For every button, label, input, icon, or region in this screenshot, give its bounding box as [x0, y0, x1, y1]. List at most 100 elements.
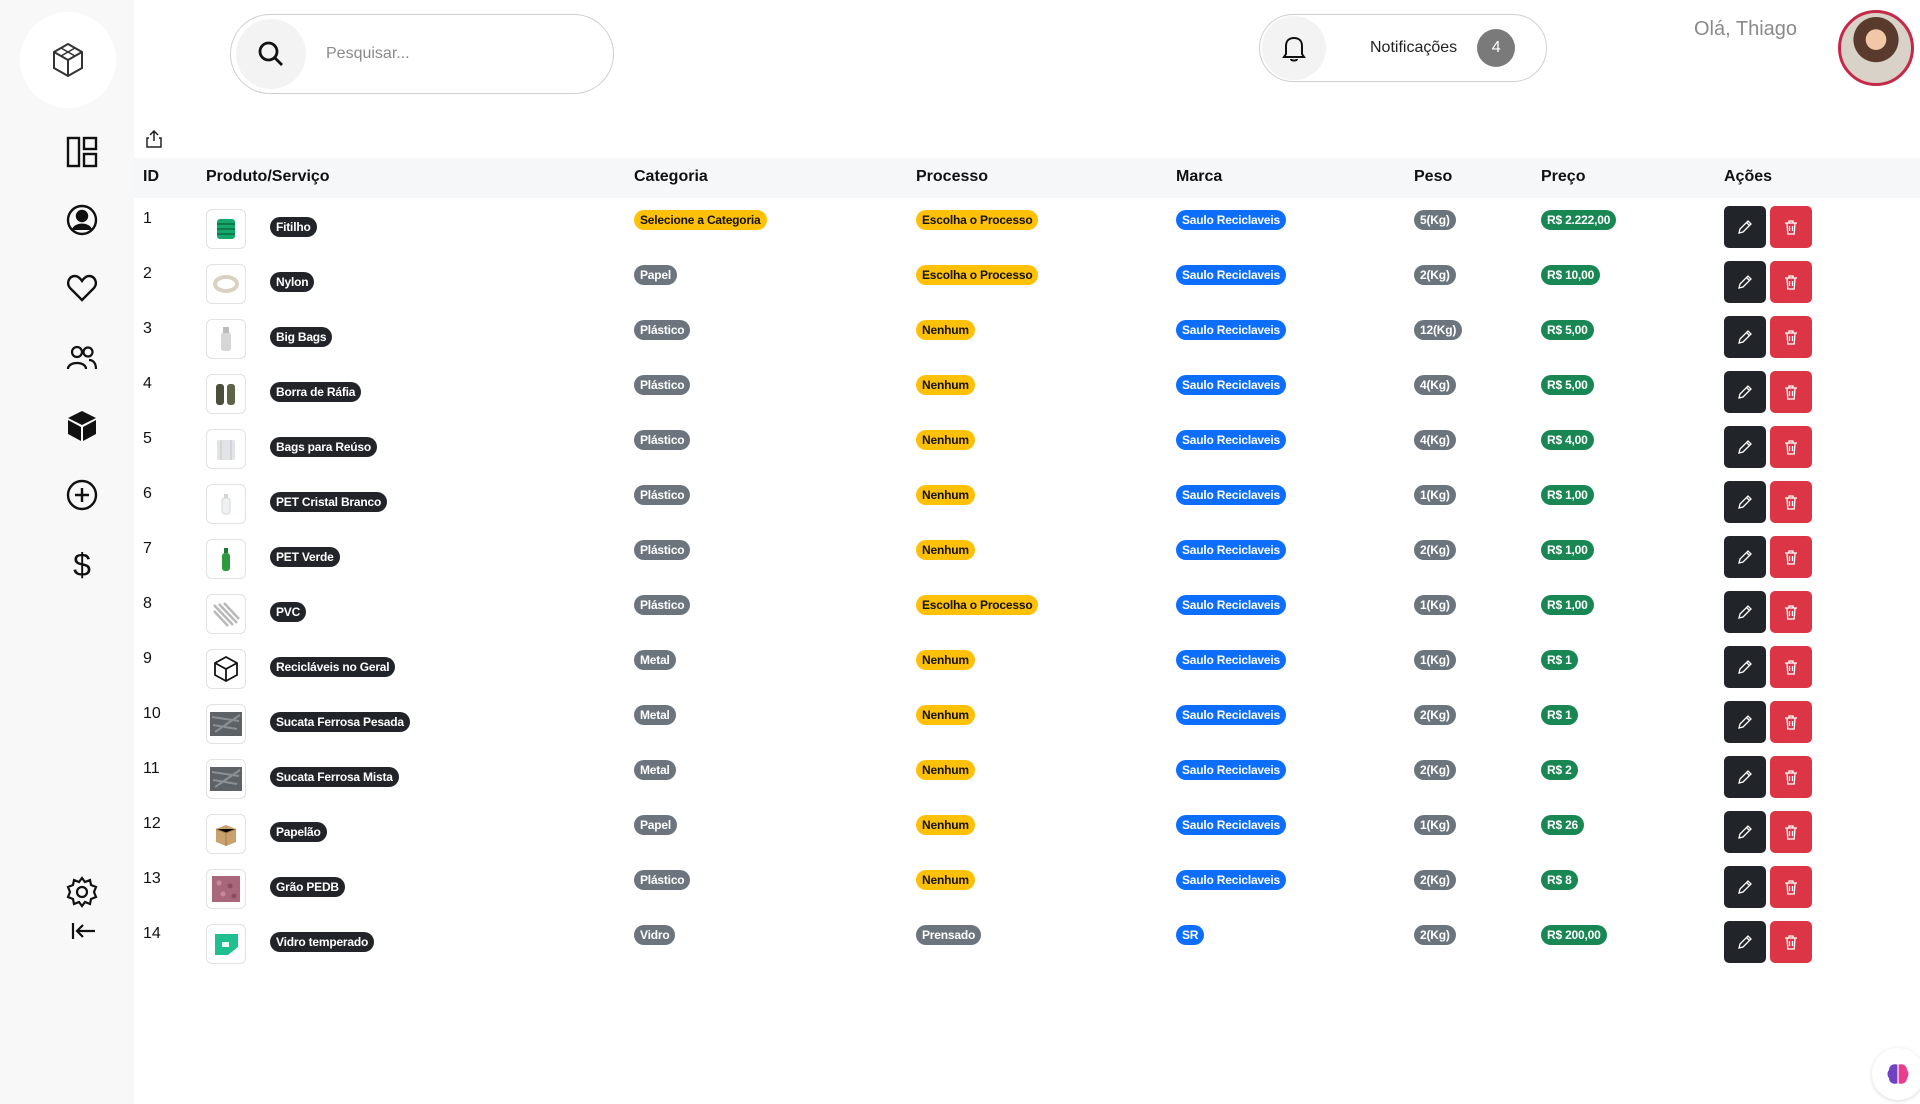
price-badge: R$ 26 [1541, 815, 1585, 835]
product-name-badge: Big Bags [270, 327, 333, 347]
edit-button[interactable] [1724, 371, 1766, 413]
search-input[interactable] [326, 45, 596, 63]
brand-badge: Saulo Reciclaveis [1176, 870, 1286, 890]
product-thumbnail [206, 649, 246, 689]
product-thumbnail [206, 814, 246, 854]
category-badge: Plástico [634, 595, 691, 615]
pencil-icon [1738, 825, 1752, 839]
weight-badge: 2(Kg) [1414, 540, 1456, 560]
delete-button[interactable] [1770, 206, 1812, 248]
row-id: 5 [143, 430, 152, 447]
notifications-count-badge: 4 [1477, 29, 1516, 67]
process-badge: Nenhum [916, 485, 975, 505]
edit-button[interactable] [1724, 811, 1766, 853]
search-bar[interactable] [230, 14, 614, 94]
users-icon[interactable] [64, 340, 100, 376]
collapse-icon[interactable] [64, 916, 100, 946]
product-thumbnail [206, 594, 246, 634]
export-icon[interactable] [146, 129, 164, 148]
edit-button[interactable] [1724, 756, 1766, 798]
delete-button[interactable] [1770, 646, 1812, 688]
delete-button[interactable] [1770, 371, 1812, 413]
search-icon[interactable] [236, 19, 306, 89]
edit-button[interactable] [1724, 261, 1766, 303]
edit-button[interactable] [1724, 481, 1766, 523]
delete-button[interactable] [1770, 481, 1812, 523]
row-id: 2 [143, 265, 152, 282]
weight-badge: 2(Kg) [1414, 870, 1456, 890]
row-id: 1 [143, 210, 152, 227]
product-name-badge: PVC [270, 602, 307, 622]
brand-badge: Saulo Reciclaveis [1176, 320, 1286, 340]
notifications-button[interactable]: Notificações 4 [1259, 14, 1547, 82]
table-row: 9 Recicláveis no Geral Metal Nenhum Saulo Re… [134, 640, 1920, 695]
process-badge: Escolha o Processo [916, 595, 1039, 615]
table-row: 5 Bags para Reúso Plástico Nenhum Saulo Reci… [134, 420, 1920, 475]
delete-button[interactable] [1770, 811, 1812, 853]
price-badge: R$ 1,00 [1541, 595, 1594, 615]
product-name-badge: Sucata Ferrosa Pesada [270, 712, 410, 732]
pencil-icon [1738, 715, 1752, 729]
ai-assistant-button[interactable] [1872, 1048, 1920, 1100]
edit-button[interactable] [1724, 701, 1766, 743]
product-thumbnail [206, 539, 246, 579]
product-thumbnail [206, 264, 246, 304]
product-name-badge: PET Verde [270, 547, 340, 567]
weight-badge: 1(Kg) [1414, 595, 1456, 615]
brand-badge: Saulo Reciclaveis [1176, 375, 1286, 395]
edit-button[interactable] [1724, 921, 1766, 963]
edit-button[interactable] [1724, 646, 1766, 688]
delete-button[interactable] [1770, 591, 1812, 633]
brand-badge: Saulo Reciclaveis [1176, 815, 1286, 835]
edit-button[interactable] [1724, 536, 1766, 578]
weight-badge: 4(Kg) [1414, 375, 1456, 395]
column-header-process: Processo [916, 168, 989, 185]
plus-circle-icon[interactable] [64, 477, 100, 513]
logo[interactable] [20, 12, 116, 108]
edit-button[interactable] [1724, 866, 1766, 908]
pencil-icon [1738, 220, 1752, 234]
delete-button[interactable] [1770, 866, 1812, 908]
delete-button[interactable] [1770, 701, 1812, 743]
avatar[interactable] [1838, 10, 1914, 86]
price-badge: R$ 2 [1541, 760, 1578, 780]
delete-button[interactable] [1770, 921, 1812, 963]
edit-button[interactable] [1724, 206, 1766, 248]
process-badge: Nenhum [916, 870, 975, 890]
delete-button[interactable] [1770, 426, 1812, 468]
gear-icon[interactable] [64, 874, 100, 910]
category-badge: Plástico [634, 375, 691, 395]
delete-button[interactable] [1770, 756, 1812, 798]
dashboard-icon[interactable] [64, 134, 100, 170]
delete-button[interactable] [1770, 316, 1812, 358]
delete-button[interactable] [1770, 261, 1812, 303]
row-id: 11 [143, 760, 160, 777]
edit-button[interactable] [1724, 316, 1766, 358]
price-badge: R$ 200,00 [1541, 925, 1607, 945]
pencil-icon [1738, 935, 1752, 949]
weight-badge: 5(Kg) [1414, 210, 1456, 230]
category-badge: Plástico [634, 485, 691, 505]
table-row: 13 Grão PEDB Plástico Nenhum Saulo Reciclave… [134, 860, 1920, 915]
category-badge: Vidro [634, 925, 676, 945]
row-id: 3 [143, 320, 152, 337]
trash-icon [1785, 825, 1797, 840]
brand-badge: Saulo Reciclaveis [1176, 650, 1286, 670]
delete-button[interactable] [1770, 536, 1812, 578]
table-row: 8 PVC Plástico Escolha o Processo Saulo Reci… [134, 585, 1920, 640]
process-badge: Prensado [916, 925, 982, 945]
table-row: 1 Fitilho Selecione a Categoria Escolha o P… [134, 200, 1920, 255]
edit-button[interactable] [1724, 591, 1766, 633]
table-row: 10 Sucata Ferrosa Pesada Metal Nenhum Saulo … [134, 695, 1920, 750]
process-badge: Escolha o Processo [916, 210, 1039, 230]
pencil-icon [1738, 330, 1752, 344]
heart-icon[interactable] [64, 270, 100, 306]
product-name-badge: Recicláveis no Geral [270, 657, 396, 677]
dollar-icon[interactable]: $ [64, 546, 100, 582]
pencil-icon [1738, 660, 1752, 674]
box-icon[interactable] [64, 408, 100, 444]
brain-icon [1887, 1064, 1909, 1084]
edit-button[interactable] [1724, 426, 1766, 468]
user-greeting: Olá, Thiago [1694, 18, 1798, 40]
user-circle-icon[interactable] [64, 202, 100, 238]
